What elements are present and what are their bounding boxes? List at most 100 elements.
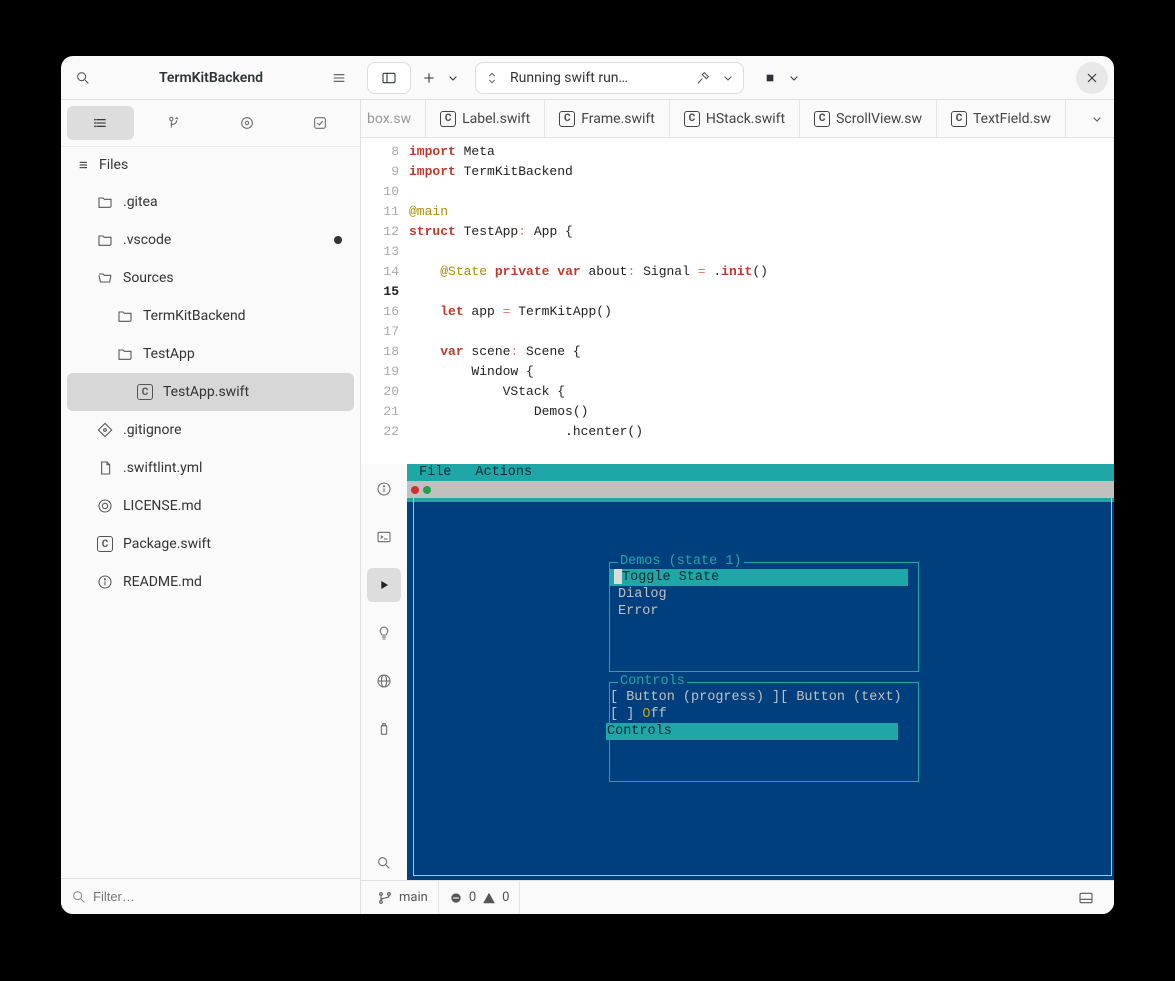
editor-area: 8910111213141516171819202122 import Meta… — [361, 138, 1114, 464]
close-icon — [1084, 70, 1100, 86]
sidebar-tab-debug[interactable] — [214, 106, 281, 140]
toggle-sidebar-button[interactable] — [367, 62, 411, 94]
controls-line-1[interactable]: [ Button (progress) ][ Button (text) — [606, 689, 906, 706]
line-gutter: 8910111213141516171819202122 — [361, 138, 409, 464]
stop-icon — [762, 70, 778, 86]
terminal-menubar[interactable]: File Actions — [407, 464, 1114, 481]
top-bar-left: TermKitBackend — [61, 56, 361, 100]
code-content[interactable]: import Metaimport TermKitBackend @mainst… — [409, 138, 1114, 464]
lightbulb-icon — [376, 625, 392, 641]
tabs-overflow-button[interactable] — [1080, 100, 1114, 137]
tree-row[interactable]: Sources — [67, 259, 354, 297]
tab-label: ScrollView.sw — [836, 111, 922, 127]
tree-row[interactable]: .gitignore — [67, 411, 354, 449]
tree-label: .gitignore — [123, 422, 342, 438]
sidebar-switcher — [61, 100, 360, 147]
rail-battery-button[interactable] — [367, 712, 401, 746]
stop-button[interactable] — [756, 62, 784, 94]
rail-run-button[interactable] — [367, 568, 401, 602]
play-icon — [376, 577, 392, 593]
file-tree[interactable]: .gitea .vscode Sources TermKitBackend TestAp… — [61, 183, 360, 878]
demos-frame-title: Demos (state 1) — [618, 553, 744, 570]
branch-name: main — [399, 890, 428, 905]
top-bar: TermKitBackend Running sw — [61, 56, 1114, 100]
editor-tab[interactable]: CLabel.swift — [426, 100, 545, 137]
warning-badge-icon — [482, 891, 496, 905]
rail-globe-button[interactable] — [367, 664, 401, 698]
demos-row[interactable]: Dialog — [614, 586, 671, 603]
tree-row[interactable]: CPackage.swift — [67, 525, 354, 563]
sidebar-tab-files[interactable] — [67, 106, 134, 140]
editor-tab[interactable]: C ScrollView.sw — [800, 100, 937, 137]
editor-tab[interactable]: box.sw — [361, 100, 426, 137]
sidebar-tab-tests[interactable] — [287, 106, 354, 140]
rail-hints-button[interactable] — [367, 616, 401, 650]
info-icon — [376, 481, 392, 497]
run-omnibar[interactable]: Running swift run… — [475, 62, 744, 94]
filter-input[interactable] — [93, 889, 350, 904]
readme-icon — [95, 574, 115, 590]
gitignore-icon — [95, 422, 115, 438]
status-branch[interactable]: main — [367, 881, 439, 914]
close-window-button[interactable] — [1076, 62, 1108, 94]
editor-tab[interactable]: CTextField.sw — [937, 100, 1066, 137]
tree-row[interactable]: LICENSE.md — [67, 487, 354, 525]
demos-row-label: Error — [618, 604, 659, 619]
controls-checkbox[interactable]: [ ] Off — [606, 706, 671, 723]
editor-tab[interactable]: CHStack.swift — [670, 100, 800, 137]
tree-row[interactable]: README.md — [67, 563, 354, 601]
tree-row[interactable]: CTestApp.swift — [67, 373, 354, 411]
new-dropdown[interactable] — [443, 62, 463, 94]
tree-label: TestApp — [143, 346, 342, 362]
tab-label: box.sw — [367, 111, 411, 127]
tree-row[interactable]: .vscode — [67, 221, 354, 259]
search-icon — [71, 889, 87, 905]
build-button[interactable] — [689, 70, 717, 86]
tree-label: Sources — [123, 270, 342, 286]
new-button[interactable] — [415, 62, 443, 94]
global-search-button[interactable] — [67, 62, 99, 94]
status-diagnostics[interactable]: 0 0 — [439, 881, 521, 914]
filter-bar — [61, 878, 360, 914]
demos-frame[interactable]: Demos (state 1) Toggle StateDialogError — [609, 562, 919, 672]
tree-row[interactable]: TermKitBackend — [67, 297, 354, 335]
code-scroll[interactable]: 8910111213141516171819202122 import Meta… — [361, 138, 1114, 464]
terminal-menu-file[interactable]: File — [419, 464, 451, 481]
toggle-bottom-panel-button[interactable] — [1070, 882, 1102, 914]
stop-dropdown[interactable] — [784, 62, 804, 94]
tree-row[interactable]: TestApp — [67, 335, 354, 373]
terminal[interactable]: File Actions Demos (state 1) Toggle Stat… — [407, 464, 1114, 880]
folder-open-icon — [95, 270, 115, 286]
terminal-menu-actions[interactable]: Actions — [475, 464, 532, 481]
error-count: 0 — [469, 890, 476, 905]
tree-row[interactable]: .gitea — [67, 183, 354, 221]
omnibar-text: Running swift run… — [504, 70, 689, 86]
tree-row[interactable]: .swiftlint.yml — [67, 449, 354, 487]
search-icon — [75, 70, 91, 86]
controls-frame[interactable]: Controls [ Button (progress) ][ Button (… — [609, 682, 919, 782]
hamburger-menu-button[interactable] — [323, 62, 355, 94]
editor-tab[interactable]: CFrame.swift — [545, 100, 670, 137]
tree-label: .gitea — [123, 194, 342, 210]
sidebar: Files .gitea .vscode Sources TermKitBackend… — [61, 100, 361, 914]
rail-info-button[interactable] — [367, 472, 401, 506]
swift-file-icon: C — [684, 111, 700, 127]
rail-search-button[interactable] — [367, 846, 401, 880]
battery-icon — [376, 721, 392, 737]
panel-left-icon — [381, 70, 397, 86]
omnibar-dropdown[interactable] — [717, 70, 739, 86]
status-right — [1070, 882, 1108, 914]
activity-icon — [480, 70, 504, 86]
chevron-down-icon — [445, 70, 461, 86]
globe-icon — [376, 673, 392, 689]
terminal-body: Demos (state 1) Toggle StateDialogError … — [413, 502, 1112, 872]
demos-row[interactable]: Toggle State — [610, 569, 908, 586]
ide-window: TermKitBackend Running sw — [61, 56, 1114, 914]
sidebar-tab-vcs[interactable] — [140, 106, 207, 140]
swift-file-icon: C — [814, 111, 830, 127]
rail-terminal-button[interactable] — [367, 520, 401, 554]
demos-row[interactable]: Error — [614, 603, 663, 620]
controls-selected-row[interactable]: Controls — [606, 723, 898, 740]
editor-tabs: box.sw CLabel.swiftCFrame.swiftCHStack.sw… — [361, 100, 1114, 138]
files-header-label: Files — [99, 157, 128, 173]
